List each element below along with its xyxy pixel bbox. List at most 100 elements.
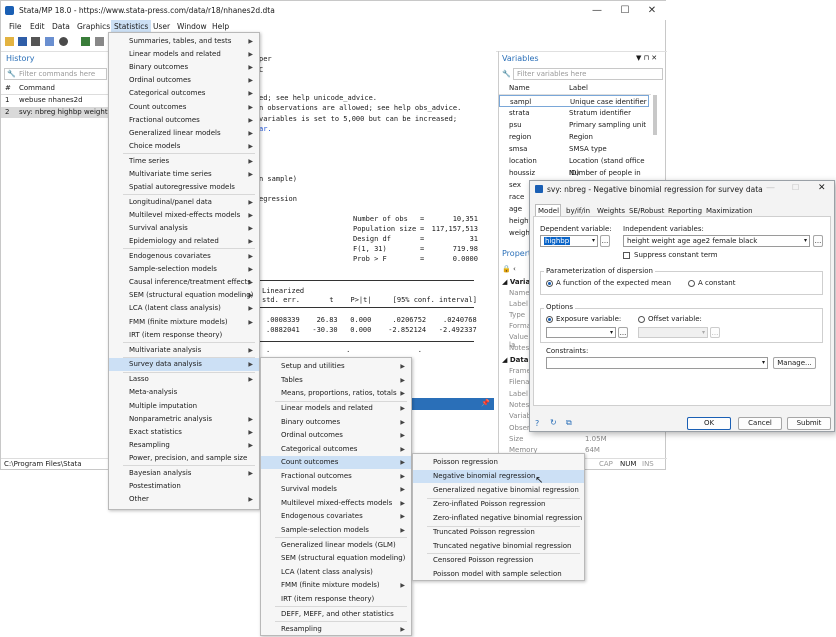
variables-filter-input[interactable]: Filter variables here xyxy=(513,68,663,80)
independent-variables-combo[interactable]: height weight age age2 female black ▾ xyxy=(623,235,810,247)
statistics-menu-item[interactable]: Categorical outcomes ▶ xyxy=(109,87,259,100)
maximize-button[interactable]: ☐ xyxy=(611,4,639,17)
count-outcomes-menu-item[interactable]: Truncated Poisson regression xyxy=(413,526,584,539)
history-row[interactable]: 2 svy: nbreg highbp weight xyxy=(1,107,109,118)
save-icon[interactable] xyxy=(18,37,27,46)
survey-menu-item[interactable]: DEFF, MEFF, and other statistics xyxy=(261,608,411,621)
menu-window[interactable]: Window xyxy=(177,22,207,31)
survey-menu-item[interactable]: Linear models and related ▶ xyxy=(261,402,411,415)
constraints-combo[interactable]: ▾ xyxy=(546,357,768,369)
survey-menu-item[interactable]: Binary outcomes ▶ xyxy=(261,416,411,429)
statistics-menu-item[interactable]: Choice models ▶ xyxy=(109,140,259,153)
statistics-menu-item[interactable]: IRT (item response theory) xyxy=(109,329,259,342)
viewer-icon[interactable] xyxy=(59,37,68,46)
log-icon[interactable] xyxy=(45,37,54,46)
variable-row[interactable]: houssizNumber of people in ho... xyxy=(499,167,649,189)
variables-scrollbar[interactable] xyxy=(653,95,657,135)
open-icon[interactable] xyxy=(5,37,14,46)
count-outcomes-menu-item[interactable]: Zero-inflated negative binomial regressi… xyxy=(413,512,584,525)
reset-icon[interactable]: ↻ xyxy=(550,418,557,427)
panel-controls-icon[interactable]: ▼ ⊓ ✕ xyxy=(636,54,657,62)
statistics-menu-item[interactable]: Epidemiology and related ▶ xyxy=(109,235,259,248)
survey-menu-item[interactable]: Fractional outcomes ▶ xyxy=(261,470,411,483)
dialog-minimize-button[interactable]: — xyxy=(766,183,775,193)
statistics-menu-item[interactable]: Meta-analysis xyxy=(109,386,259,399)
statistics-menu-item[interactable]: SEM (structural equation modeling) ▶ xyxy=(109,289,259,302)
statistics-menu-item[interactable]: Postestimation xyxy=(109,480,259,493)
statistics-menu-item[interactable]: Linear models and related ▶ xyxy=(109,48,259,61)
dialog-maximize-button[interactable]: ☐ xyxy=(792,183,799,192)
survey-menu-item[interactable]: Endogenous covariates ▶ xyxy=(261,510,411,523)
ok-button[interactable]: OK xyxy=(687,417,731,430)
variable-row[interactable]: strata Stratum identifier xyxy=(499,107,649,119)
count-outcomes-menu-item[interactable]: Poisson regression xyxy=(413,456,584,469)
count-outcomes-menu-item[interactable]: Negative binomial regression xyxy=(413,470,584,484)
statistics-menu-item[interactable]: FMM (finite mixture models) ▶ xyxy=(109,316,259,329)
statistics-menu-item[interactable]: Endogenous covariates ▶ xyxy=(109,250,259,263)
lock-icon[interactable]: 🔒 ‹ xyxy=(502,265,516,273)
statistics-menu-item[interactable]: Bayesian analysis ▶ xyxy=(109,467,259,480)
statistics-menu-item[interactable]: Survival analysis ▶ xyxy=(109,222,259,235)
statistics-menu-item[interactable]: Multilevel mixed-effects models ▶ xyxy=(109,209,259,222)
submit-button[interactable]: Submit xyxy=(787,417,831,430)
do-file-editor-icon[interactable] xyxy=(95,37,104,46)
survey-menu-item[interactable]: Means, proportions, ratios, totals ▶ xyxy=(261,387,411,400)
statistics-menu-item[interactable]: Survey data analysis ▶ xyxy=(109,358,259,372)
variable-row[interactable]: location Location (stand office ID) xyxy=(499,155,649,177)
statistics-menu-item[interactable]: Power, precision, and sample size xyxy=(109,452,259,465)
survey-menu-item[interactable]: FMM (finite mixture models) ▶ xyxy=(261,579,411,592)
variable-row[interactable]: smsa SMSA type xyxy=(499,143,649,155)
print-icon[interactable] xyxy=(31,37,40,46)
statistics-menu-item[interactable]: Multivariate analysis ▶ xyxy=(109,344,259,357)
statistics-menu-item[interactable]: Generalized linear models ▶ xyxy=(109,127,259,140)
statistics-menu-item[interactable]: Summaries, tables, and tests ▶ xyxy=(109,35,259,48)
survey-menu-item[interactable]: LCA (latent class analysis) xyxy=(261,566,411,579)
pin-icon[interactable]: 📌 xyxy=(481,399,490,407)
copy-command-icon[interactable]: ⧉ xyxy=(566,418,572,428)
offset-radio[interactable] xyxy=(638,316,645,323)
statistics-menu-item[interactable]: Time series ▶ xyxy=(109,155,259,168)
exposure-browse-button[interactable]: ... xyxy=(618,327,628,338)
survey-menu-item[interactable]: Sample-selection models ▶ xyxy=(261,524,411,537)
close-button[interactable]: ✕ xyxy=(638,4,666,17)
survey-menu-item[interactable]: Ordinal outcomes ▶ xyxy=(261,429,411,442)
variable-row[interactable]: psu Primary sampling unit xyxy=(499,119,649,131)
count-outcomes-menu-item[interactable]: Zero-inflated Poisson regression xyxy=(413,498,584,511)
statistics-menu-item[interactable]: Longitudinal/panel data ▶ xyxy=(109,196,259,209)
statistics-menu-item[interactable]: Spatial autoregressive models xyxy=(109,181,259,194)
survey-menu-item[interactable]: Resampling ▶ xyxy=(261,623,411,636)
dialog-close-button[interactable]: ✕ xyxy=(818,183,826,193)
statistics-menu-item[interactable]: Sample-selection models ▶ xyxy=(109,263,259,276)
survey-menu-item[interactable]: Categorical outcomes ▶ xyxy=(261,443,411,456)
count-outcomes-menu-item[interactable]: Censored Poisson regression xyxy=(413,554,584,567)
count-outcomes-menu-item[interactable]: Truncated negative binomial regression xyxy=(413,540,584,553)
param-mean-radio[interactable] xyxy=(546,280,553,287)
survey-menu-item[interactable]: Generalized linear models (GLM) xyxy=(261,539,411,552)
statistics-menu-item[interactable]: Causal inference/treatment effects ▶ xyxy=(109,276,259,289)
history-row[interactable]: 1 webuse nhanes2d xyxy=(1,95,109,106)
manage-button[interactable]: Manage... xyxy=(773,357,816,369)
dependent-variable-browse-button[interactable]: ... xyxy=(600,235,610,247)
survey-menu-item[interactable]: Count outcomes ▶ xyxy=(261,456,411,469)
statistics-menu-item[interactable]: Nonparametric analysis ▶ xyxy=(109,413,259,426)
statistics-menu-item[interactable]: Exact statistics ▶ xyxy=(109,426,259,439)
survey-menu-item[interactable]: Multilevel mixed-effects models ▶ xyxy=(261,497,411,510)
offset-browse-button[interactable]: ... xyxy=(710,327,720,338)
statistics-menu-item[interactable]: LCA (latent class analysis) ▶ xyxy=(109,302,259,315)
menu-graphics[interactable]: Graphics xyxy=(77,22,110,31)
statistics-menu-item[interactable]: Lasso ▶ xyxy=(109,373,259,386)
statistics-menu-item[interactable]: Resampling ▶ xyxy=(109,439,259,452)
survey-menu-item[interactable]: Setup and utilities ▶ xyxy=(261,360,411,373)
menu-file[interactable]: File xyxy=(9,22,22,31)
statistics-menu-item[interactable]: Other ▶ xyxy=(109,493,259,506)
help-icon[interactable]: ? xyxy=(535,419,539,428)
statistics-menu-item[interactable]: Fractional outcomes ▶ xyxy=(109,114,259,127)
menu-help[interactable]: Help xyxy=(212,22,229,31)
variable-row[interactable]: region Region xyxy=(499,131,649,143)
history-filter-input[interactable]: Filter commands here xyxy=(4,68,107,80)
graph-icon[interactable] xyxy=(81,37,90,46)
independent-variables-browse-button[interactable]: ... xyxy=(813,235,823,247)
exposure-variable-combo[interactable]: ▾ xyxy=(546,327,616,338)
exposure-radio[interactable] xyxy=(546,316,553,323)
survey-menu-item[interactable]: Survival models ▶ xyxy=(261,483,411,496)
